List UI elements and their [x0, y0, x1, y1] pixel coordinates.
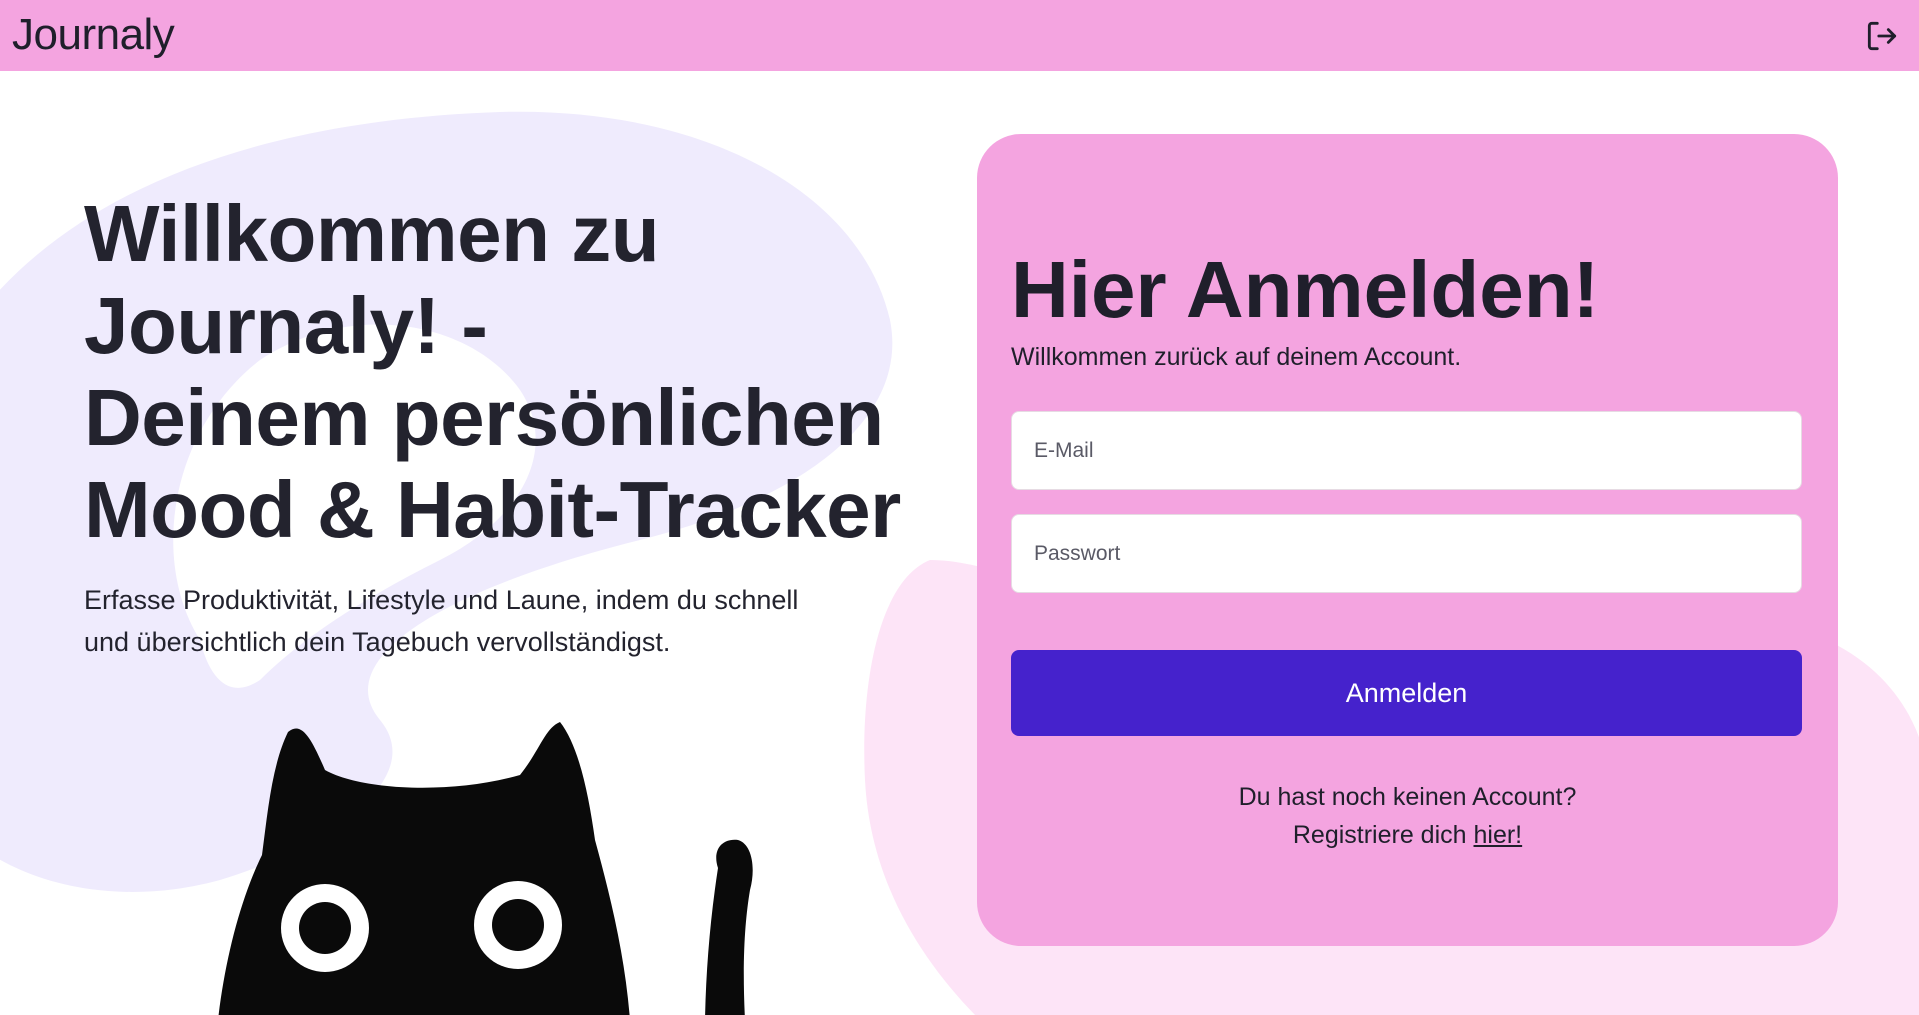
no-account-text: Du hast noch keinen Account? — [1238, 783, 1577, 811]
hero-title-line: Journaly! - — [84, 281, 488, 370]
login-subtitle: Willkommen zurück auf deinem Account. — [1011, 343, 1462, 371]
register-link[interactable]: hier! — [1474, 821, 1523, 849]
hero-title-line: Deinem persönlichen — [84, 373, 884, 462]
signup-prompt: Du hast noch keinen Account? Registriere… — [977, 778, 1838, 854]
hero-title-line: Willkommen zu — [84, 189, 660, 278]
navbar: Journaly — [0, 0, 1919, 71]
page: Journaly Willkommen zu Journaly! - Deine… — [0, 0, 1919, 1015]
login-card: Hier Anmelden! Willkommen zurück auf dei… — [977, 134, 1838, 946]
cat-body — [218, 722, 630, 1015]
login-button[interactable]: Anmelden — [1011, 650, 1802, 736]
password-field[interactable] — [1011, 514, 1802, 593]
hero-subtitle: Erfasse Produktivität, Lifestyle und Lau… — [84, 585, 799, 657]
black-cat-illustration — [218, 722, 753, 1015]
logout-icon[interactable] — [1863, 17, 1901, 55]
register-line: Registriere dich hier! — [977, 816, 1838, 854]
email-field[interactable] — [1011, 411, 1802, 490]
brand-logo[interactable]: Journaly — [12, 10, 175, 60]
hero-title: Willkommen zu Journaly! - Deinem persönl… — [84, 188, 924, 556]
hero-title-line: Mood & Habit-Tracker — [84, 465, 901, 554]
login-title: Hier Anmelden! — [1011, 245, 1600, 334]
cat-tail — [705, 839, 753, 1015]
register-prefix: Registriere dich — [1292, 821, 1474, 849]
